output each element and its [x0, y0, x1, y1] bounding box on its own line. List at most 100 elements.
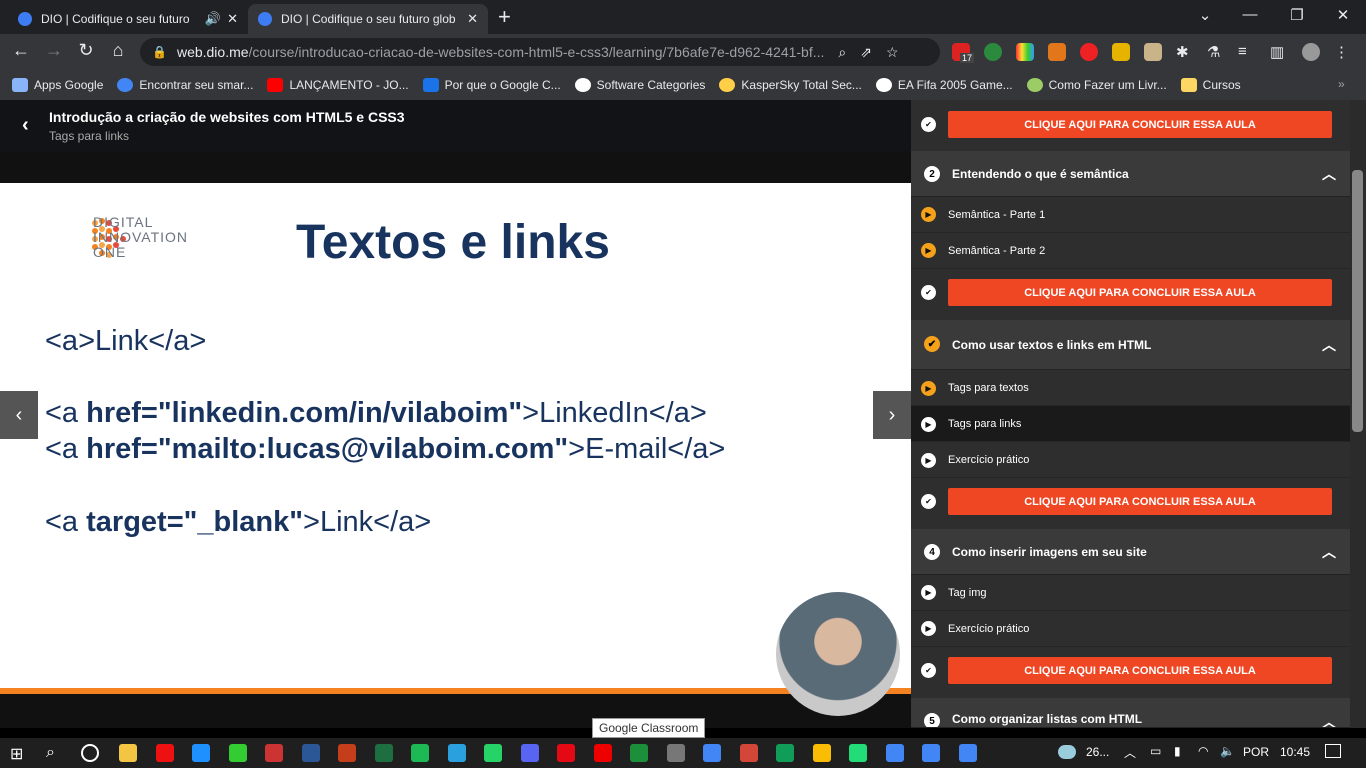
taskbar-app-icon[interactable] — [593, 744, 612, 762]
extension-icon[interactable] — [1080, 43, 1098, 61]
taskbar-app-icon[interactable] — [338, 744, 356, 762]
taskbar-app-icon[interactable] — [812, 744, 831, 762]
chevron-up-icon[interactable]: ︿ — [1322, 542, 1336, 562]
bookmark-item[interactable]: Por que o Google C... — [422, 78, 561, 92]
side-panel-icon[interactable]: ▥ — [1270, 43, 1288, 61]
taskbar-app-icon[interactable] — [228, 744, 247, 762]
bookmark-item[interactable]: Software Categories — [574, 78, 706, 92]
scrollbar-thumb[interactable] — [1352, 170, 1363, 432]
taskbar-app-icon[interactable] — [301, 744, 320, 762]
conclude-lesson-button[interactable]: CLIQUE AQUI PARA CONCLUIR ESSA AULA — [948, 488, 1332, 515]
bookmark-item[interactable]: Encontrar seu smar... — [117, 78, 253, 92]
taskbar-app-icon[interactable] — [703, 744, 721, 762]
bookmark-item[interactable]: Apps Google — [12, 78, 103, 92]
bookmark-item[interactable]: Como Fazer um Livr... — [1026, 78, 1167, 92]
lesson-item[interactable]: ▶ Semântica - Parte 1 — [911, 197, 1350, 233]
close-window-button[interactable]: ✕ — [1328, 6, 1358, 24]
tab-search-icon[interactable]: ⌄ — [1190, 6, 1220, 24]
taskbar-app-icon[interactable] — [447, 744, 466, 762]
taskbar-app-icon[interactable] — [630, 744, 648, 762]
taskbar-app-icon[interactable] — [119, 744, 137, 762]
conclude-lesson-button[interactable]: CLIQUE AQUI PARA CONCLUIR ESSA AULA — [948, 657, 1332, 684]
metamask-icon[interactable] — [1048, 43, 1066, 61]
flask-icon[interactable]: ⚗ — [1207, 43, 1225, 61]
lesson-item[interactable]: ▶ Exercício prático — [911, 611, 1350, 647]
bookmark-item[interactable]: LANÇAMENTO - JO... — [267, 78, 409, 92]
taskbar-app-icon[interactable] — [520, 744, 539, 762]
chevron-up-icon[interactable]: ︿ — [1322, 164, 1336, 184]
back-chevron-icon[interactable]: ‹ — [22, 114, 29, 137]
extension-icon[interactable] — [1112, 43, 1130, 61]
avatar[interactable] — [1302, 43, 1320, 61]
section-header[interactable]: 4 Como inserir imagens em seu site ︿ — [911, 529, 1350, 575]
browser-tab-2[interactable]: DIO | Codifique o seu futuro glob ✕ — [248, 4, 488, 34]
section-header[interactable]: ✔ Como usar textos e links em HTML ︿ — [911, 320, 1350, 370]
extension-icon[interactable] — [984, 43, 1002, 61]
search-icon[interactable]: ⌕ — [46, 744, 64, 762]
taskbar-app-icon[interactable] — [411, 744, 429, 762]
wifi-icon[interactable]: ◠ — [1198, 744, 1208, 758]
bookmark-folder[interactable]: Cursos — [1180, 78, 1241, 92]
taskbar-app-icon[interactable] — [885, 744, 904, 762]
bookmark-item[interactable]: KasperSky Total Sec... — [719, 78, 862, 92]
battery-icon[interactable]: ▮ — [1174, 744, 1181, 758]
maximize-button[interactable]: ❐ — [1282, 6, 1312, 24]
taskbar-app-icon[interactable] — [739, 744, 758, 762]
speaker-icon[interactable]: 🔊 — [205, 11, 221, 27]
puzzle-icon[interactable]: ✱ — [1176, 43, 1194, 61]
minimize-button[interactable]: — — [1235, 6, 1265, 23]
reload-icon[interactable]: ↻ — [73, 40, 99, 61]
bookmark-star-icon[interactable]: ☆ — [886, 44, 899, 61]
menu-icon[interactable]: ⋮ — [1334, 43, 1352, 61]
task-view-icon[interactable] — [81, 744, 99, 762]
close-tab-icon[interactable]: ✕ — [467, 11, 478, 27]
weather-temp[interactable]: 26... — [1086, 745, 1109, 759]
share-icon[interactable]: ⇗ — [860, 44, 872, 61]
chevron-up-icon[interactable]: ︿ — [1322, 335, 1336, 355]
taskbar-app-icon[interactable] — [374, 744, 393, 762]
extension-icon[interactable] — [1144, 43, 1162, 61]
taskbar-app-icon[interactable] — [155, 744, 174, 762]
lesson-item[interactable]: ▶ Semântica - Parte 2 — [911, 233, 1350, 269]
taskbar-app-icon[interactable] — [849, 744, 867, 762]
conclude-lesson-button[interactable]: CLIQUE AQUI PARA CONCLUIR ESSA AULA — [948, 111, 1332, 138]
back-icon[interactable]: ← — [8, 40, 34, 61]
conclude-lesson-button[interactable]: CLIQUE AQUI PARA CONCLUIR ESSA AULA — [948, 279, 1332, 306]
taskbar-app-icon[interactable] — [192, 744, 210, 762]
clock[interactable]: 10:45 — [1280, 745, 1310, 759]
browser-tab-1[interactable]: DIO | Codifique o seu futuro 🔊 ✕ — [8, 4, 248, 34]
bookmark-label: Software Categories — [596, 78, 706, 92]
chevron-up-icon[interactable]: ︿ — [1322, 712, 1336, 727]
search-icon[interactable]: ⌕ — [838, 44, 846, 61]
taskbar-app-icon[interactable] — [557, 744, 575, 762]
close-tab-icon[interactable]: ✕ — [227, 11, 238, 27]
taskbar-app-icon[interactable] — [776, 744, 794, 762]
notifications-icon[interactable] — [1325, 744, 1341, 758]
address-bar[interactable]: 🔒 web.dio.me /course/introducao-criacao-… — [140, 38, 940, 66]
section-header[interactable]: 5 Como organizar listas com HTML ︿ — [911, 698, 1350, 728]
extension-icon[interactable] — [1016, 43, 1034, 61]
next-lesson-button[interactable]: › — [873, 391, 911, 439]
new-tab-button[interactable]: + — [498, 5, 511, 29]
tray-chevron-icon[interactable]: ︿ — [1124, 744, 1136, 761]
volume-icon[interactable]: 🔈 — [1220, 744, 1235, 758]
windows-start-icon[interactable]: ⊞ — [10, 744, 28, 763]
taskbar-app-icon[interactable] — [484, 744, 502, 762]
lesson-item[interactable]: ▶ Exercício prático — [911, 442, 1350, 478]
media-icon[interactable]: ≡ — [1238, 43, 1256, 61]
taskbar-app-icon[interactable] — [265, 744, 283, 762]
taskbar-app-icon[interactable] — [958, 744, 977, 762]
lesson-item[interactable]: ▶ Tags para textos — [911, 370, 1350, 406]
camera-icon[interactable]: ▭ — [1150, 744, 1161, 758]
lesson-item[interactable]: ▶ Tag img — [911, 575, 1350, 611]
taskbar-app-icon[interactable] — [666, 744, 685, 762]
language-indicator[interactable]: POR — [1243, 745, 1269, 759]
forward-icon[interactable]: → — [41, 40, 67, 61]
more-bookmarks-icon[interactable]: » — [1338, 77, 1345, 91]
taskbar-app-icon[interactable] — [922, 744, 940, 762]
lesson-item-current[interactable]: ▶ Tags para links — [911, 406, 1350, 442]
home-icon[interactable]: ⌂ — [105, 40, 131, 61]
prev-lesson-button[interactable]: ‹ — [0, 391, 38, 439]
section-header[interactable]: 2 Entendendo o que é semântica ︿ — [911, 151, 1350, 197]
bookmark-item[interactable]: EA Fifa 2005 Game... — [875, 78, 1013, 92]
